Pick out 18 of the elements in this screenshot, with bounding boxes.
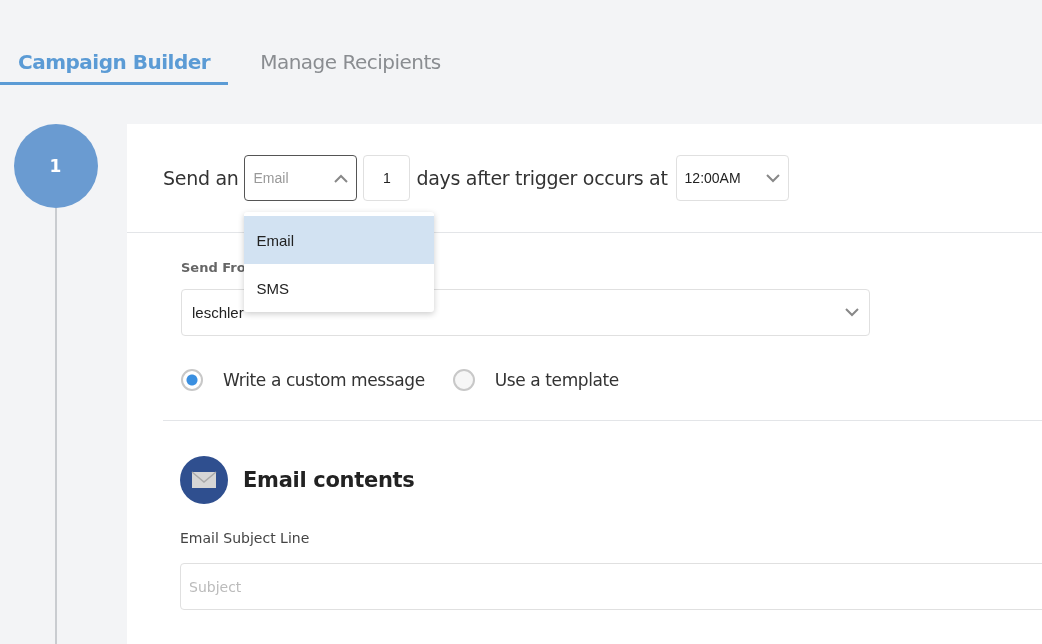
envelope-icon bbox=[180, 456, 228, 504]
section-title: Email contents bbox=[243, 468, 415, 492]
time-select[interactable]: 12:00AM bbox=[675, 155, 789, 201]
menu-item[interactable]: Email bbox=[244, 216, 435, 264]
caret-icon bbox=[334, 173, 349, 183]
trigger-label: Send an bbox=[163, 167, 239, 189]
field-label: Email Subject Line bbox=[180, 530, 311, 546]
step-number: 1 bbox=[13, 124, 98, 208]
subject-field[interactable]: Subject bbox=[180, 563, 1042, 610]
caret-icon bbox=[765, 173, 780, 183]
field-label: Send Fro bbox=[181, 260, 247, 275]
days-field[interactable]: 1 bbox=[363, 155, 411, 201]
radio-button[interactable] bbox=[452, 369, 475, 391]
radio-label: Use a template bbox=[494, 370, 619, 390]
radio-button[interactable] bbox=[181, 369, 203, 391]
trigger-label: days after trigger occurs at bbox=[416, 167, 668, 189]
caret-icon bbox=[845, 308, 859, 317]
radio-label: Write a custom message bbox=[223, 370, 425, 390]
